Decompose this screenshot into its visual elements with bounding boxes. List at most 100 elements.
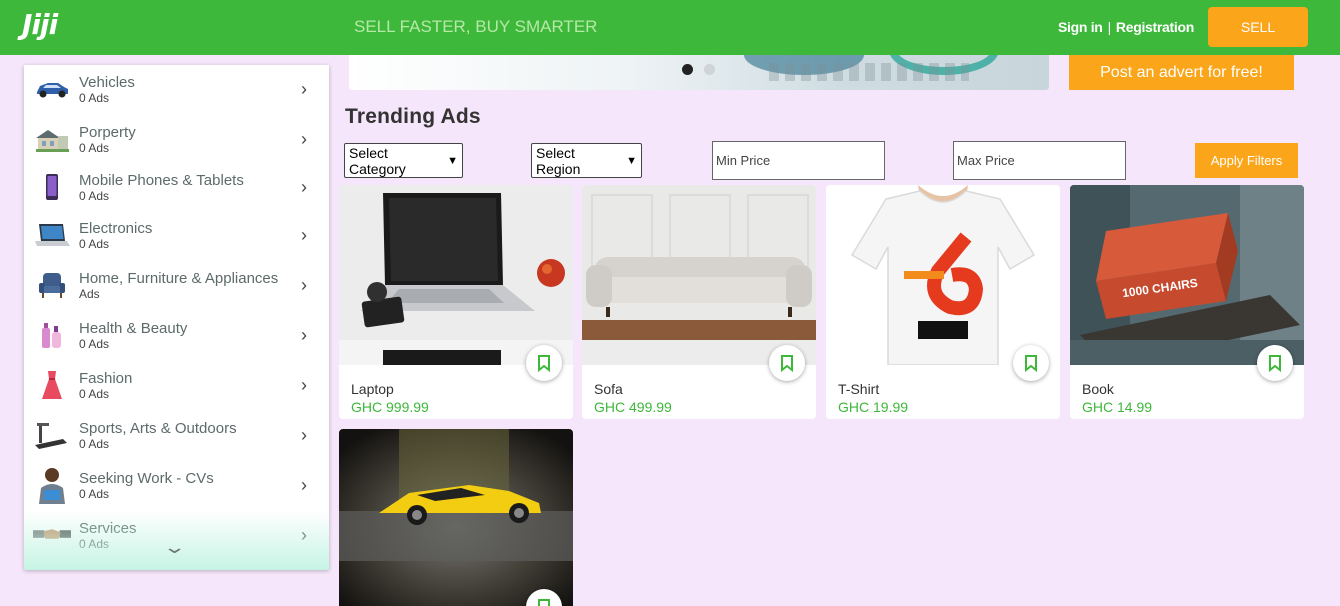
chevron-right-icon: › [301, 79, 307, 99]
category-select-value: Select Category [349, 144, 406, 177]
ad-card[interactable]: T-Shirt GHC 19.99 [826, 185, 1060, 419]
sidebar-item-label: Home, Furniture & Appliances [79, 270, 279, 287]
chevron-right-icon: › [301, 325, 307, 345]
ad-card[interactable]: Laptop GHC 999.99 [339, 185, 573, 419]
person-icon [33, 468, 71, 504]
bookmark-button[interactable] [769, 345, 805, 381]
tagline: SELL FASTER, BUY SMARTER [354, 17, 598, 36]
bookmark-button[interactable] [1257, 345, 1293, 381]
ad-card[interactable] [339, 429, 573, 606]
ad-price: GHC 19.99 [838, 399, 909, 415]
category-select[interactable]: Select Category ▼ [344, 143, 463, 178]
sidebar-item-count: 0 Ads [79, 141, 110, 155]
dress-icon [33, 371, 71, 399]
category-sidebar: Vehicles 0 Ads › Porperty 0 Ads › Mobile… [24, 65, 329, 570]
jiji-logo[interactable]: Jiji [22, 8, 58, 41]
sidebar-item-count: 0 Ads [79, 237, 110, 251]
region-select[interactable]: Select Region ▼ [531, 143, 642, 178]
chevron-right-icon: › [301, 425, 307, 445]
sidebar-item-health-beauty[interactable]: Health & Beauty 0 Ads › [24, 315, 329, 361]
sidebar-item-label: Vehicles [79, 74, 135, 91]
post-advert-button[interactable]: Post an advert for free! [1069, 55, 1294, 90]
sidebar-item-count: 0 Ads [79, 189, 110, 203]
sidebar-item-label: Seeking Work - CVs [79, 470, 214, 487]
bookmark-icon [1025, 355, 1037, 372]
sidebar-item-label: Fashion [79, 370, 133, 387]
sidebar-item-label: Services [79, 520, 137, 537]
chevron-right-icon: › [301, 177, 307, 197]
ad-image-car[interactable] [339, 429, 573, 606]
chevron-right-icon: › [301, 225, 307, 245]
sidebar-item-count: 0 Ads [79, 437, 110, 451]
chevron-right-icon: › [301, 275, 307, 295]
cosmetics-icon [33, 321, 71, 349]
ad-image-tshirt[interactable] [826, 185, 1060, 365]
apply-filters-button[interactable]: Apply Filters [1195, 143, 1298, 178]
ad-price: GHC 14.99 [1082, 399, 1153, 415]
ad-title[interactable]: Book [1082, 381, 1114, 397]
sidebar-item-home-furniture[interactable]: Home, Furniture & Appliances Ads › [24, 265, 329, 311]
ad-image-sofa[interactable] [582, 185, 816, 365]
auth-links: Sign in | Registration [1058, 19, 1194, 35]
sidebar-item-electronics[interactable]: Electronics 0 Ads › [24, 215, 329, 261]
max-price-input[interactable]: Max Price [953, 141, 1126, 180]
banner-carousel[interactable] [349, 55, 1049, 90]
chevron-right-icon: › [301, 375, 307, 395]
sidebar-item-vehicles[interactable]: Vehicles 0 Ads › [24, 69, 329, 115]
ad-card[interactable]: 1000 CHAIRS Book GHC 14.99 [1070, 185, 1304, 419]
bookmark-button[interactable] [1013, 345, 1049, 381]
bookmark-icon [781, 355, 793, 372]
sidebar-item-count: 0 Ads [79, 337, 110, 351]
sidebar-item-count: 0 Ads [79, 487, 110, 501]
chevron-down-icon: ▼ [626, 154, 637, 167]
chevron-right-icon: › [301, 525, 307, 545]
ad-card[interactable]: Sofa GHC 499.99 [582, 185, 816, 419]
sidebar-item-label: Mobile Phones & Tablets [79, 172, 244, 189]
auth-separator: | [1107, 19, 1112, 35]
bookmark-button[interactable] [526, 345, 562, 381]
sidebar-item-fashion[interactable]: Fashion 0 Ads › [24, 365, 329, 411]
ad-price: GHC 999.99 [351, 399, 429, 415]
chevron-down-icon[interactable]: ⌄ [162, 537, 186, 558]
laptop-icon [33, 221, 71, 249]
sidebar-item-label: Health & Beauty [79, 320, 188, 337]
max-price-placeholder: Max Price [957, 153, 1015, 168]
sidebar-item-count: Ads [79, 287, 100, 301]
carousel-dot[interactable] [704, 64, 715, 75]
treadmill-icon [33, 421, 71, 449]
min-price-input[interactable]: Min Price [712, 141, 885, 180]
sidebar-item-count: 0 Ads [79, 91, 110, 105]
bookmark-icon [538, 599, 550, 606]
page-title: Trending Ads [345, 105, 481, 128]
ad-title[interactable]: T-Shirt [838, 381, 879, 397]
car-icon [33, 75, 71, 103]
sidebar-item-label: Sports, Arts & Outdoors [79, 420, 237, 437]
ad-image-laptop[interactable] [339, 185, 573, 365]
banner-art [769, 63, 969, 81]
ad-image-book[interactable]: 1000 CHAIRS [1070, 185, 1304, 365]
house-icon [33, 125, 71, 153]
armchair-icon [33, 271, 71, 299]
carousel-dot-active[interactable] [682, 64, 693, 75]
sidebar-item-property[interactable]: Porperty 0 Ads › [24, 119, 329, 165]
sidebar-item-sports-arts[interactable]: Sports, Arts & Outdoors 0 Ads › [24, 415, 329, 461]
chevron-down-icon: ▼ [447, 154, 458, 167]
ad-title[interactable]: Laptop [351, 381, 394, 397]
min-price-placeholder: Min Price [716, 153, 771, 168]
bookmark-icon [538, 355, 550, 372]
sidebar-item-label: Porperty [79, 124, 136, 141]
chevron-right-icon: › [301, 475, 307, 495]
sidebar-item-mobile-phones[interactable]: Mobile Phones & Tablets 0 Ads › [24, 167, 329, 213]
bookmark-icon [1269, 355, 1281, 372]
sidebar-item-count: 0 Ads [79, 387, 110, 401]
chevron-right-icon: › [301, 129, 307, 149]
region-select-value: Select Region [536, 144, 581, 177]
ad-price: GHC 499.99 [594, 399, 672, 415]
sign-in-link[interactable]: Sign in [1058, 19, 1103, 35]
registration-link[interactable]: Registration [1116, 19, 1194, 35]
sidebar-item-label: Electronics [79, 220, 153, 237]
ad-title[interactable]: Sofa [594, 381, 623, 397]
sidebar-item-count: 0 Ads [79, 537, 110, 551]
sidebar-item-seeking-work[interactable]: Seeking Work - CVs 0 Ads › [24, 465, 329, 511]
sell-button[interactable]: SELL [1208, 7, 1308, 47]
